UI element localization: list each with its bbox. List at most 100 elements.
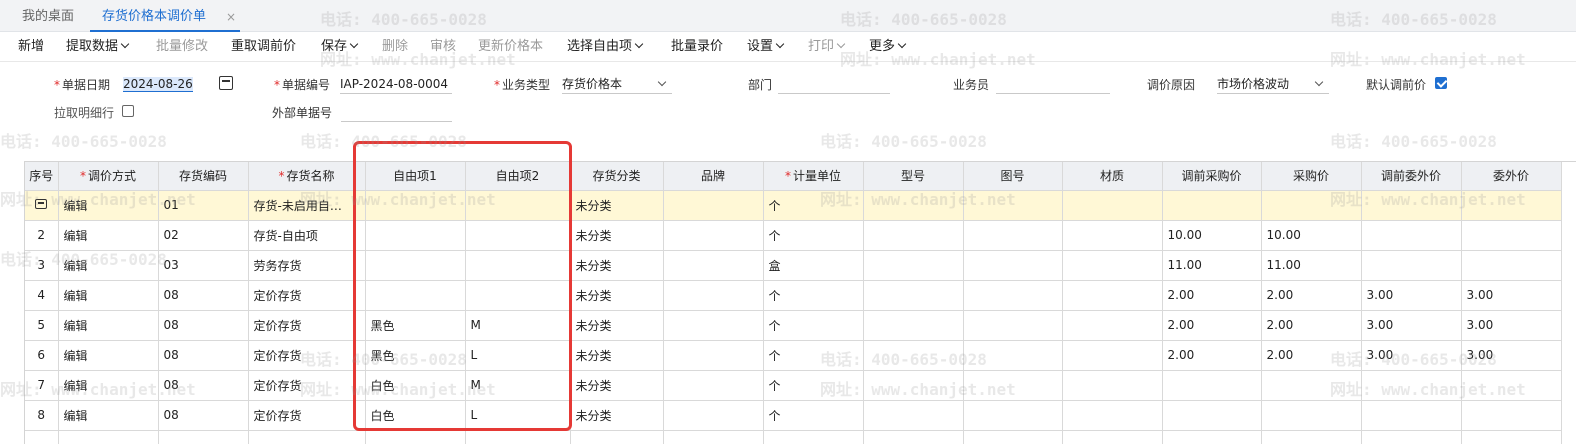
table-cell[interactable]: 未分类: [570, 370, 664, 401]
table-cell[interactable]: 编辑: [58, 310, 159, 341]
table-cell[interactable]: [863, 190, 964, 221]
table-cell[interactable]: [1062, 400, 1163, 431]
table-cell[interactable]: 2.00: [1261, 340, 1362, 371]
table-cell[interactable]: M: [465, 370, 571, 401]
row-edit-icon[interactable]: [35, 199, 48, 209]
table-cell[interactable]: 定价存货: [248, 310, 366, 341]
column-header[interactable]: 存货分类: [570, 162, 664, 191]
table-cell[interactable]: 02: [158, 220, 249, 251]
table-cell[interactable]: 编辑: [58, 400, 159, 431]
column-header[interactable]: * 存货名称: [248, 162, 366, 191]
table-cell[interactable]: [963, 280, 1063, 311]
table-cell[interactable]: [1461, 250, 1562, 281]
table-cell[interactable]: 未分类: [570, 220, 664, 251]
table-cell[interactable]: 3.00: [1461, 340, 1562, 371]
table-cell[interactable]: [963, 370, 1063, 401]
table-cell[interactable]: 3.00: [1361, 310, 1462, 341]
table-cell[interactable]: [663, 190, 764, 221]
table-cell[interactable]: [663, 370, 764, 401]
table-row[interactable]: 2 编辑 02 存货-自由项 未分类 个 10.00 10.00: [25, 220, 1562, 251]
table-cell[interactable]: [863, 340, 964, 371]
table-cell[interactable]: 黑色: [365, 340, 466, 371]
update-pricebook-button[interactable]: 更新价格本: [478, 38, 543, 56]
table-cell[interactable]: 2.00: [1162, 280, 1262, 311]
table-cell[interactable]: [663, 250, 764, 281]
table-cell[interactable]: [1062, 430, 1163, 444]
table-cell[interactable]: [1361, 430, 1462, 444]
table-cell[interactable]: [248, 430, 366, 444]
table-cell[interactable]: [863, 280, 964, 311]
table-cell[interactable]: [1062, 280, 1163, 311]
tab-desktop[interactable]: 我的桌面: [22, 6, 74, 30]
table-cell[interactable]: 11.00: [1261, 250, 1362, 281]
table-cell[interactable]: 3.00: [1461, 310, 1562, 341]
table-cell[interactable]: [1361, 400, 1462, 431]
table-cell[interactable]: 未分类: [570, 340, 664, 371]
table-cell[interactable]: [1361, 220, 1462, 251]
table-cell[interactable]: [863, 400, 964, 431]
table-cell[interactable]: 10.00: [1261, 220, 1362, 251]
table-cell[interactable]: 个: [763, 310, 864, 341]
extract-data-button[interactable]: 提取数据: [66, 38, 130, 56]
table-cell[interactable]: 5: [25, 310, 59, 341]
table-cell[interactable]: 08: [158, 340, 249, 371]
table-cell[interactable]: 2.00: [1261, 310, 1362, 341]
reason-select[interactable]: 市场价格波动: [1217, 74, 1329, 94]
table-cell[interactable]: 6: [25, 340, 59, 371]
table-cell[interactable]: 定价存货: [248, 280, 366, 311]
print-button[interactable]: 打印: [808, 38, 846, 56]
table-cell[interactable]: 3: [25, 250, 59, 281]
table-cell[interactable]: [1461, 370, 1562, 401]
pull-detail-checkbox[interactable]: [122, 105, 134, 117]
table-cell[interactable]: [963, 310, 1063, 341]
table-cell[interactable]: 编辑: [58, 220, 159, 251]
table-cell[interactable]: [1062, 340, 1163, 371]
table-cell[interactable]: 08: [158, 400, 249, 431]
table-cell[interactable]: 个: [763, 280, 864, 311]
table-cell[interactable]: 3.00: [1461, 280, 1562, 311]
table-cell[interactable]: 白色: [365, 370, 466, 401]
table-cell[interactable]: [963, 400, 1063, 431]
table-cell[interactable]: 存货-未启用自…: [248, 190, 366, 221]
table-cell[interactable]: 2: [25, 220, 59, 251]
table-cell[interactable]: 11.00: [1162, 250, 1262, 281]
table-cell[interactable]: 定价存货: [248, 370, 366, 401]
save-button[interactable]: 保存: [321, 38, 359, 56]
table-cell[interactable]: [1261, 430, 1362, 444]
table-cell[interactable]: [663, 280, 764, 311]
table-cell[interactable]: [365, 250, 466, 281]
column-header[interactable]: 调前委外价: [1361, 162, 1462, 191]
table-cell[interactable]: [863, 220, 964, 251]
table-cell[interactable]: [963, 190, 1063, 221]
table-cell[interactable]: [963, 250, 1063, 281]
column-header[interactable]: * 计量单位: [763, 162, 864, 191]
table-cell[interactable]: [1162, 430, 1262, 444]
table-cell[interactable]: [465, 430, 571, 444]
table-cell[interactable]: 08: [158, 280, 249, 311]
table-cell[interactable]: [1261, 400, 1362, 431]
table-cell[interactable]: 10.00: [1162, 220, 1262, 251]
settings-button[interactable]: 设置: [747, 38, 785, 56]
table-cell[interactable]: [570, 430, 664, 444]
table-cell[interactable]: [863, 310, 964, 341]
table-cell[interactable]: 个: [763, 220, 864, 251]
column-header[interactable]: 委外价: [1461, 162, 1562, 191]
table-cell[interactable]: [663, 400, 764, 431]
table-cell[interactable]: 2.00: [1162, 340, 1262, 371]
table-cell[interactable]: [465, 250, 571, 281]
table-cell[interactable]: [465, 220, 571, 251]
column-header[interactable]: 自由项2: [465, 162, 571, 191]
table-cell[interactable]: L: [465, 340, 571, 371]
table-cell[interactable]: [25, 430, 59, 444]
extdoc-field[interactable]: [341, 102, 452, 122]
table-cell[interactable]: 编辑: [58, 370, 159, 401]
add-button[interactable]: 新增: [18, 38, 44, 56]
table-cell[interactable]: 定价存货: [248, 400, 366, 431]
table-cell[interactable]: 03: [158, 250, 249, 281]
table-cell[interactable]: [1162, 190, 1262, 221]
tab-price-adjust[interactable]: 存货价格本调价单 ×: [90, 6, 240, 32]
table-cell[interactable]: M: [465, 310, 571, 341]
table-cell[interactable]: [1461, 430, 1562, 444]
more-button[interactable]: 更多: [869, 38, 907, 56]
table-cell[interactable]: 未分类: [570, 310, 664, 341]
